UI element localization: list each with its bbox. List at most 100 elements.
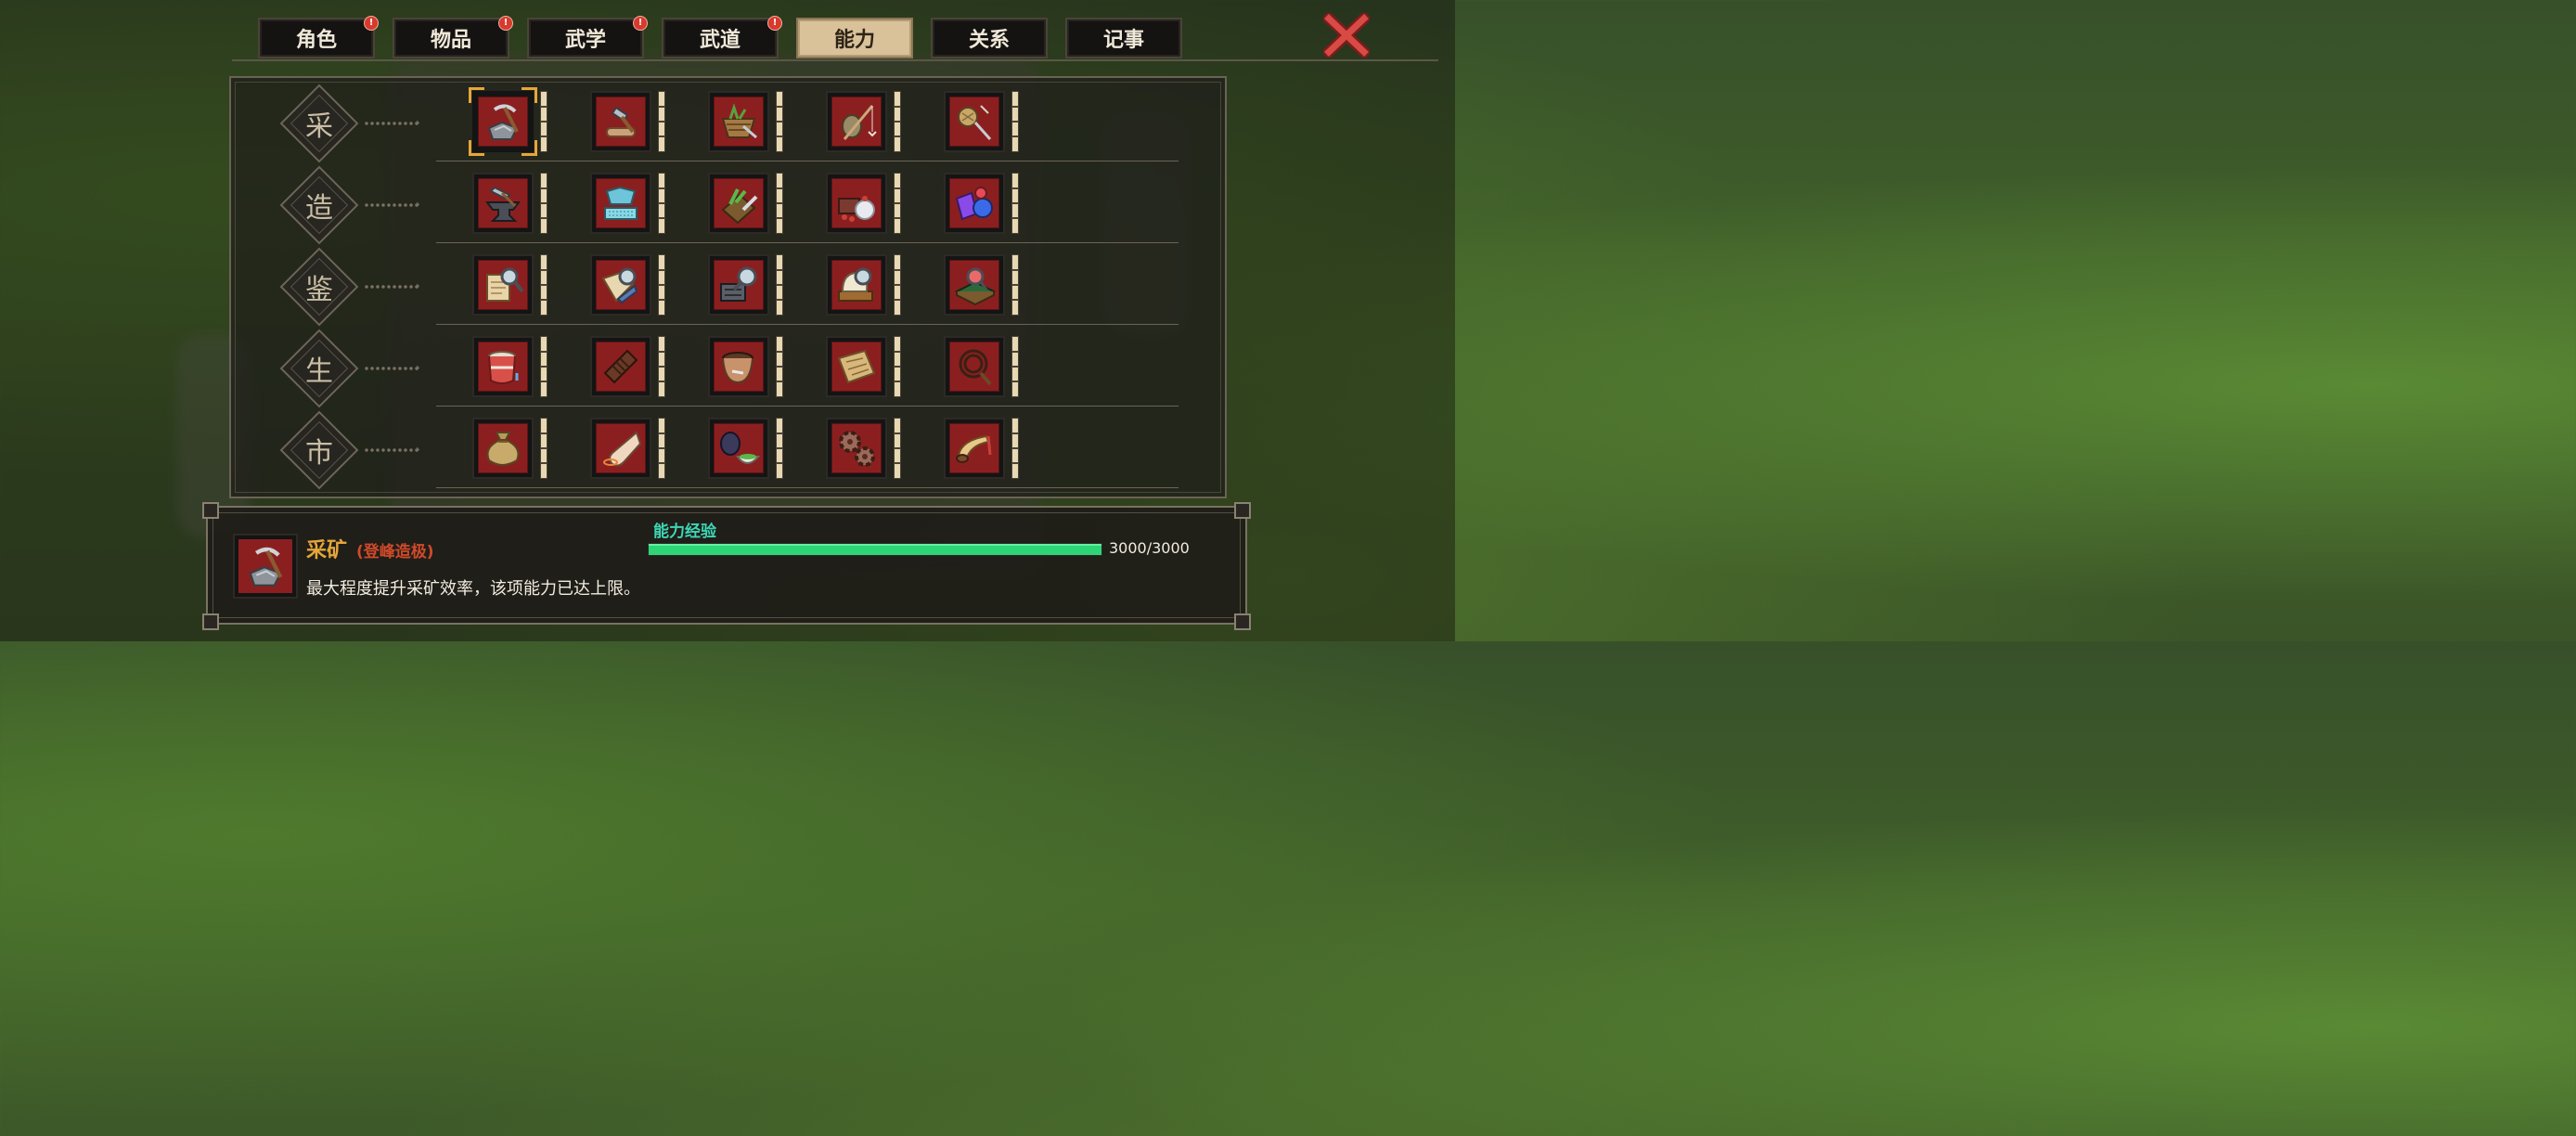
- skill-slot-herbalism[interactable]: [708, 91, 769, 152]
- tab-character[interactable]: 角色 !: [258, 16, 379, 58]
- row-label: 鉴: [305, 274, 333, 306]
- skill-slot-jewelcraft[interactable]: [944, 173, 1005, 234]
- cooking-dish-icon: [838, 196, 875, 222]
- row-label: 造: [305, 192, 333, 225]
- tab-label: 武学: [564, 29, 606, 52]
- detail-skill-icon: [233, 534, 298, 599]
- tab-items[interactable]: 物品 !: [393, 16, 513, 58]
- exp-label: 能力经验: [653, 523, 716, 541]
- tab-label: 物品: [430, 29, 471, 52]
- skill-level-gauge: [1011, 254, 1019, 316]
- skill-level-gauge: [776, 336, 783, 397]
- skill-level-gauge: [776, 173, 783, 234]
- skill-slot-mining[interactable]: [469, 87, 537, 156]
- skill-slot-appraise-book[interactable]: [590, 254, 651, 316]
- skill-slot-cartography[interactable]: [826, 336, 887, 397]
- skill-slot-confection[interactable]: [590, 336, 651, 397]
- tab-label: 角色: [295, 29, 337, 52]
- skill-slot-herb-prep[interactable]: [708, 173, 769, 234]
- bowl-icon: [722, 352, 753, 384]
- jade-magnifier-icon: [838, 267, 873, 302]
- skill-slot-appraise-scroll[interactable]: [472, 254, 534, 316]
- herb-knife-icon: [721, 188, 758, 225]
- tab-relations[interactable]: 关系: [931, 18, 1048, 58]
- notification-badge: !: [767, 16, 782, 31]
- skill-slot-herding[interactable]: [944, 336, 1005, 397]
- skill-slot-appraise-jade[interactable]: [826, 254, 887, 316]
- skill-level-gauge: [658, 418, 665, 479]
- pointing-hand-icon: [603, 431, 642, 467]
- skill-slot-appraise-board[interactable]: [944, 254, 1005, 316]
- tab-label: 能力: [833, 29, 875, 52]
- pickaxe-ore-icon: [249, 547, 283, 587]
- tab-divider: [232, 59, 1438, 61]
- skill-slot-persuasion[interactable]: [590, 418, 651, 479]
- skill-level-gauge: [894, 418, 901, 479]
- skill-level-gauge: [540, 418, 547, 479]
- panel-corner-ornament: [1234, 613, 1251, 630]
- close-x-icon: [1320, 10, 1372, 60]
- exp-value: 3000/3000: [1109, 539, 1190, 557]
- skill-level-gauge: [1011, 418, 1019, 479]
- tab-journal[interactable]: 记事: [1065, 18, 1182, 58]
- tab-martial-way[interactable]: 武道 !: [662, 16, 782, 58]
- bug-net-icon: [958, 105, 992, 140]
- skill-name: 采矿: [306, 539, 348, 562]
- skill-slot-mechanics[interactable]: [826, 418, 887, 479]
- row-connector: [364, 203, 419, 207]
- row-label: 生: [305, 355, 333, 388]
- book-magnifier-icon: [601, 267, 638, 304]
- tab-abilities[interactable]: 能力: [796, 18, 913, 58]
- axe-log-icon: [606, 106, 636, 137]
- arrow-right-icon: ›: [416, 361, 420, 374]
- skill-level-gauge: [540, 91, 547, 152]
- skill-slot-bug-catching[interactable]: [944, 91, 1005, 152]
- close-button[interactable]: [1320, 10, 1372, 60]
- notification-badge: !: [498, 16, 513, 31]
- notification-badge: !: [633, 16, 648, 31]
- skill-level-gauge: [1011, 336, 1019, 397]
- skill-slot-tea[interactable]: [708, 418, 769, 479]
- row-divider: [436, 487, 1179, 488]
- panel-corner-ornament: [202, 502, 219, 519]
- tab-martial-arts[interactable]: 武学 !: [527, 16, 648, 58]
- pickaxe-ore-icon: [487, 104, 519, 140]
- furnace-magnifier-icon: [720, 266, 757, 302]
- tab-label: 关系: [968, 29, 1010, 52]
- anvil-hammer-icon: [485, 186, 521, 222]
- arrow-right-icon: ›: [416, 279, 420, 292]
- skill-level-gauge: [776, 254, 783, 316]
- skill-slot-appraise-tool[interactable]: [708, 254, 769, 316]
- skill-slot-horn[interactable]: [944, 418, 1005, 479]
- row-connector: [364, 367, 419, 370]
- skill-slot-tailoring[interactable]: [590, 173, 651, 234]
- row-connector: [364, 448, 419, 452]
- exp-progress-fill: [649, 544, 1101, 555]
- skill-level-gauge: [894, 254, 901, 316]
- skill-slot-cooking[interactable]: [826, 173, 887, 234]
- chocolate-bar-icon: [603, 349, 638, 384]
- skill-slot-brewing[interactable]: [472, 336, 534, 397]
- skill-slot-smithing[interactable]: [472, 173, 534, 234]
- skill-level-gauge: [1011, 173, 1019, 234]
- gears-icon: [839, 431, 875, 467]
- skill-slot-trading[interactable]: [472, 418, 534, 479]
- skill-level-gauge: [658, 91, 665, 152]
- panel-corner-ornament: [1234, 502, 1251, 519]
- tea-cup-icon: [720, 432, 760, 464]
- skill-slot-woodcutting[interactable]: [590, 91, 651, 152]
- skill-slot-fishing[interactable]: [826, 91, 887, 152]
- fabric-bolt-icon: [604, 186, 638, 220]
- map-parchment-icon: [837, 349, 876, 384]
- whip-rope-icon: [959, 349, 992, 386]
- row-connector: [364, 285, 419, 289]
- scroll-magnifier-icon: [486, 267, 524, 302]
- skill-level-gauge: [894, 91, 901, 152]
- skill-slot-pottery[interactable]: [708, 336, 769, 397]
- ability-detail-panel: [206, 506, 1247, 625]
- tab-label: 武道: [699, 29, 741, 52]
- skill-level-gauge: [658, 336, 665, 397]
- horn-icon: [956, 434, 992, 463]
- skill-level-gauge: [540, 254, 547, 316]
- exp-progress-bar: [648, 543, 1102, 556]
